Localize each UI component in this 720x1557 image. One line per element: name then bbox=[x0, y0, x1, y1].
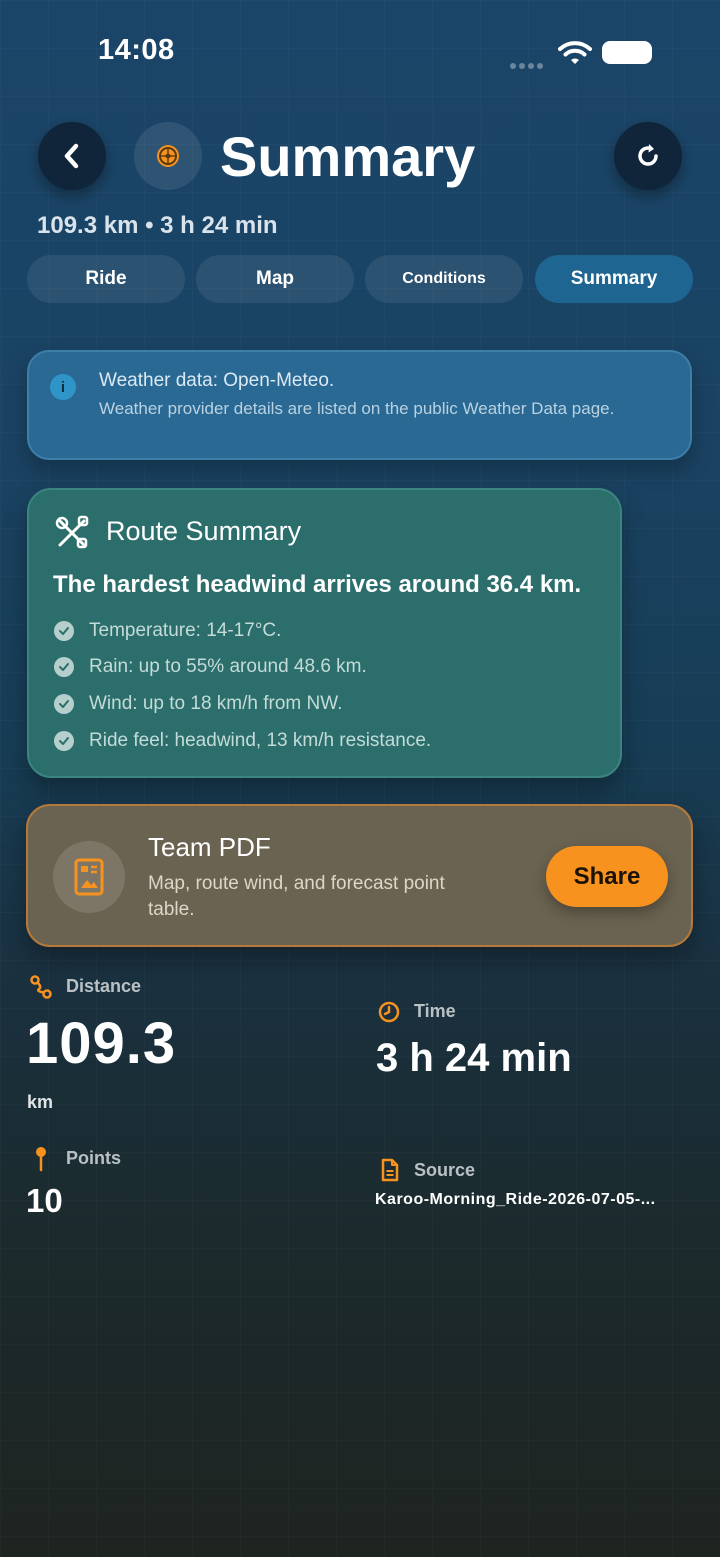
tab-ride[interactable]: Ride bbox=[27, 255, 185, 303]
ride-subtitle: 109.3 km • 3 h 24 min bbox=[37, 212, 278, 239]
points-label: Points bbox=[66, 1148, 122, 1168]
bullet-text: Rain: up to 55% around 48.6 km. bbox=[89, 656, 367, 677]
app-logo bbox=[134, 122, 202, 190]
route-summary-title: Route Summary bbox=[106, 516, 302, 546]
info-icon: i bbox=[50, 374, 76, 400]
source-label: Source bbox=[414, 1160, 476, 1180]
distance-value: 109.3 bbox=[26, 1011, 177, 1076]
pin-icon bbox=[33, 1146, 49, 1177]
info-text: Weather provider details are listed on t… bbox=[99, 399, 615, 418]
wifi-icon bbox=[558, 40, 592, 71]
info-title: Weather data: Open-Meteo. bbox=[99, 370, 335, 391]
refresh-icon bbox=[638, 144, 658, 166]
check-icon bbox=[54, 731, 74, 751]
back-button[interactable] bbox=[38, 122, 106, 190]
battery-icon bbox=[602, 41, 652, 64]
clock-icon bbox=[378, 1001, 400, 1028]
pdf-title: Team PDF bbox=[148, 832, 271, 862]
pdf-description: Map, route wind, and forecast point tabl… bbox=[148, 873, 445, 920]
signal-icon bbox=[510, 56, 548, 69]
tab-map[interactable]: Map bbox=[196, 255, 354, 303]
tab-summary[interactable]: Summary bbox=[535, 255, 693, 303]
bullet-text: Ride feel: headwind, 13 km/h resistance. bbox=[89, 730, 432, 751]
chevron-left-icon bbox=[64, 143, 79, 169]
summary-bullet: Temperature: 14-17°C. bbox=[54, 618, 281, 644]
document-icon bbox=[74, 858, 104, 896]
summary-bullet: Wind: up to 18 km/h from NW. bbox=[54, 691, 342, 717]
source-value: Karoo-Morning_Ride-2026-07-05-... bbox=[375, 1191, 656, 1208]
summary-bullet: Rain: up to 55% around 48.6 km. bbox=[54, 654, 367, 680]
refresh-button[interactable] bbox=[614, 122, 682, 190]
summary-bullet: Ride feel: headwind, 13 km/h resistance. bbox=[54, 728, 431, 754]
bullet-text: Temperature: 14-17°C. bbox=[89, 620, 282, 641]
check-icon bbox=[54, 657, 74, 677]
tab-conditions[interactable]: Conditions bbox=[365, 255, 523, 303]
distance-label: Distance bbox=[66, 976, 142, 996]
status-time: 14:08 bbox=[98, 34, 175, 66]
points-value: 10 bbox=[26, 1182, 63, 1219]
check-icon bbox=[54, 621, 74, 641]
file-icon bbox=[380, 1158, 400, 1187]
time-label: Time bbox=[414, 1001, 456, 1021]
route-headline: The hardest headwind arrives around 36.4… bbox=[53, 571, 582, 598]
pdf-icon-container bbox=[53, 841, 125, 913]
route-icon bbox=[30, 975, 52, 1004]
share-button[interactable]: Share bbox=[546, 846, 668, 907]
wheel-icon bbox=[157, 145, 179, 167]
bullet-text: Wind: up to 18 km/h from NW. bbox=[89, 693, 343, 714]
check-icon bbox=[54, 694, 74, 714]
tools-icon bbox=[54, 515, 90, 556]
distance-unit: km bbox=[27, 1092, 54, 1112]
time-value: 3 h 24 min bbox=[376, 1036, 572, 1080]
page-title: Summary bbox=[220, 125, 476, 188]
